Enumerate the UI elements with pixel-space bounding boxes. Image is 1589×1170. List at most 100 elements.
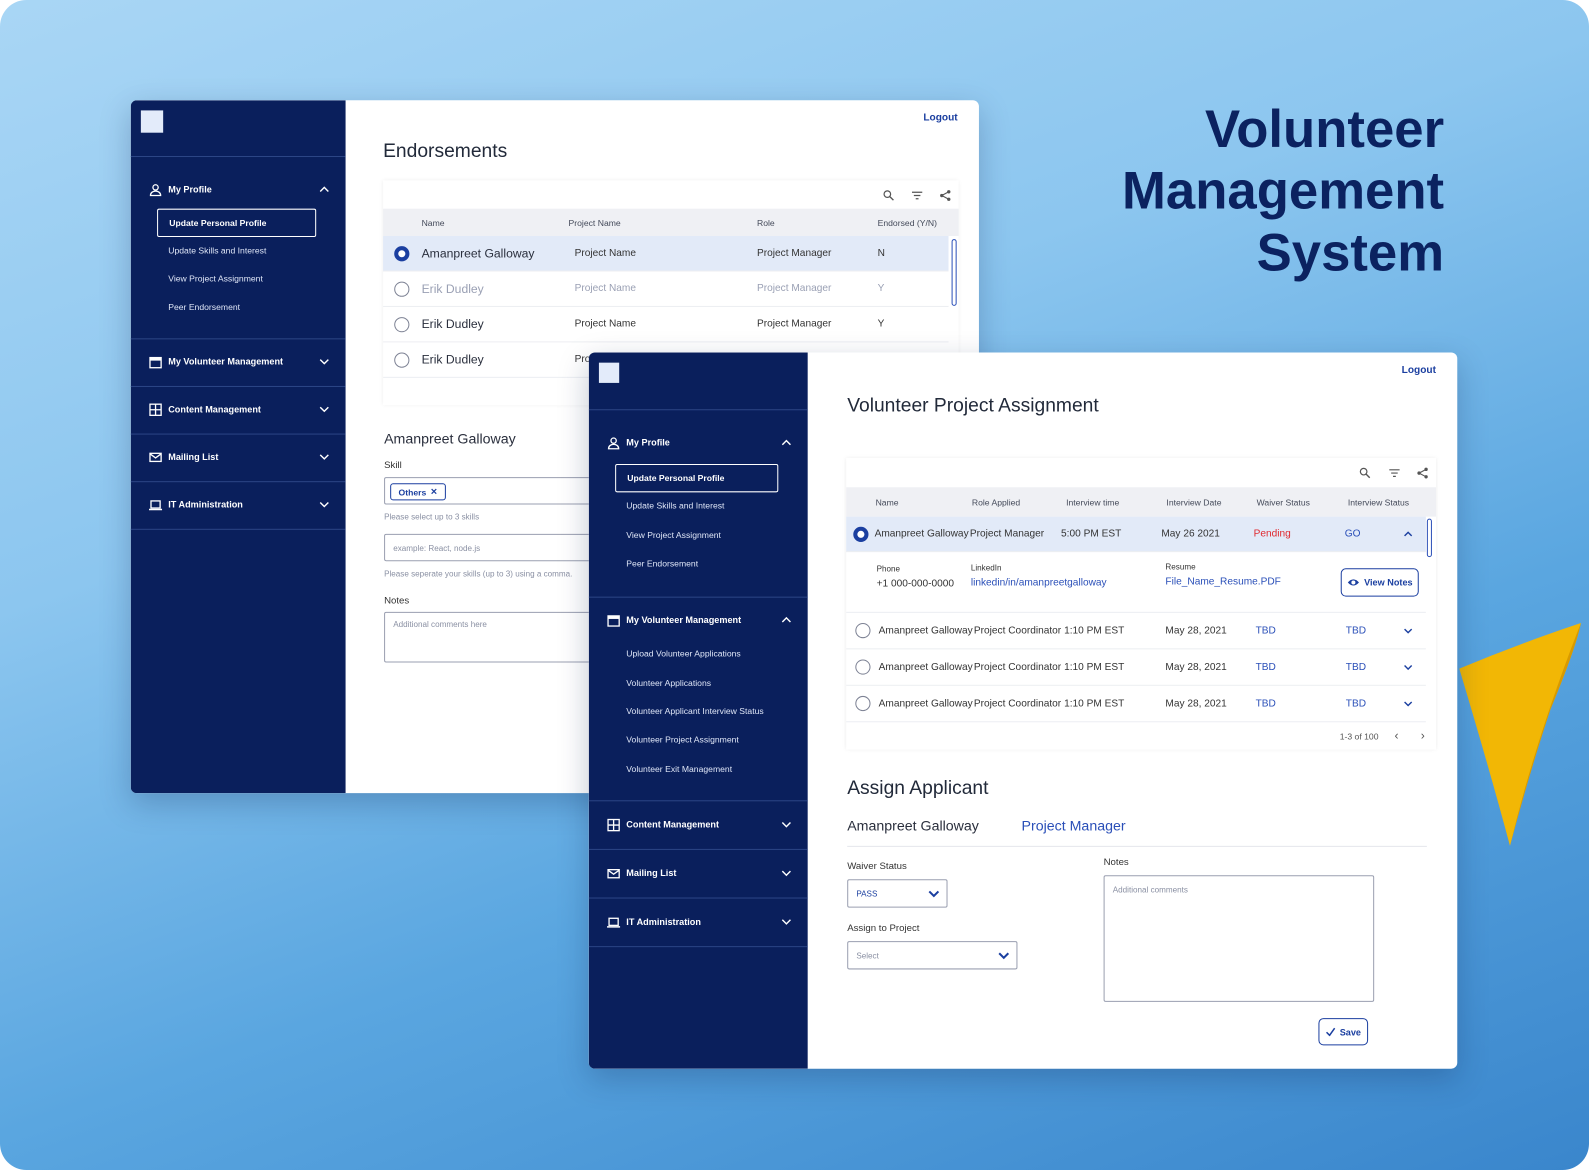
sidebar-item[interactable]: Update Skills and Interest (168, 245, 266, 255)
cell-waiver[interactable]: TBD (1256, 661, 1276, 672)
filter-button[interactable] (911, 188, 923, 200)
cell-role: Project Manager (757, 318, 832, 330)
table-row[interactable]: Amanpreet Galloway Project Coordinator 1:1… (846, 613, 1426, 650)
logout-link[interactable]: Logout (1402, 365, 1436, 376)
cell-date: May 28, 2021 (1165, 697, 1227, 710)
sidebar-section-my-volunteer-management[interactable]: My Volunteer Management (589, 610, 808, 630)
sidebar-item[interactable]: Volunteer Applications (626, 678, 711, 688)
search-button[interactable] (883, 188, 895, 201)
filter-button[interactable] (1388, 466, 1400, 478)
grid-icon (607, 818, 620, 831)
sidebar-item[interactable]: Upload Volunteer Applications (626, 648, 740, 658)
column-header[interactable]: Name (422, 217, 445, 227)
decorative-yellow-shape (1459, 622, 1581, 846)
hero-title-line: Management (1121, 162, 1445, 221)
table-row[interactable]: Amanpreet Galloway Project Manager 5:00 PM… (846, 516, 1426, 553)
applicant-role: Project Manager (1021, 817, 1126, 834)
table-row[interactable]: Amanpreet Galloway Project Coordinator 1:1… (846, 686, 1426, 723)
sidebar-item[interactable]: Peer Endorsement (626, 558, 698, 568)
sidebar-item[interactable]: Volunteer Project Assignment (626, 734, 739, 744)
chevron-up-icon (781, 616, 791, 623)
row-radio[interactable] (394, 281, 410, 297)
linkedin-label[interactable]: LinkedIn (971, 563, 1002, 572)
column-header[interactable]: Role (757, 217, 775, 227)
row-radio[interactable] (394, 245, 410, 261)
search-icon (883, 190, 894, 201)
sidebar-item[interactable]: Peer Endorsement (168, 302, 240, 312)
logout-link[interactable]: Logout (923, 112, 957, 123)
row-radio[interactable] (855, 695, 871, 712)
view-notes-button[interactable]: View Notes (1340, 568, 1419, 597)
table-row[interactable]: Amanpreet Galloway Project Name Project Ma… (383, 236, 949, 272)
sidebar-item[interactable]: Volunteer Applicant Interview Status (626, 706, 763, 716)
scrollbar[interactable] (951, 239, 957, 306)
notes-textarea[interactable]: Additional comments (1103, 875, 1375, 1002)
divider (130, 433, 346, 435)
cell-project: Project Name (574, 247, 636, 259)
skill-chip[interactable]: Others ✕ (390, 483, 446, 501)
table-row[interactable]: Erik Dudley Project Name Project Manager Y (383, 271, 949, 307)
divider (588, 848, 808, 850)
sidebar-section-mailing-list[interactable]: Mailing List (589, 863, 808, 883)
cell-waiver[interactable]: Pending (1254, 528, 1291, 539)
row-radio[interactable] (855, 622, 871, 639)
sidebar-item[interactable]: Volunteer Exit Management (626, 764, 732, 774)
row-radio[interactable] (855, 659, 871, 675)
row-radio[interactable] (394, 316, 410, 332)
save-button[interactable]: Save (1318, 1018, 1369, 1046)
search-button[interactable] (1359, 466, 1371, 479)
project-select[interactable]: Select (847, 941, 1018, 970)
column-header[interactable]: Project Name (569, 217, 621, 227)
sidebar-item[interactable]: View Project Assignment (626, 530, 721, 540)
sidebar-section-it-administration[interactable]: IT Administration (589, 912, 808, 932)
cell-status[interactable]: TBD (1346, 625, 1366, 636)
sidebar-section-label: Mailing List (626, 868, 677, 879)
sidebar-item[interactable]: Update Skills and Interest (626, 500, 724, 510)
sidebar-section-content-management[interactable]: Content Management (589, 814, 808, 834)
cell-role: Project Manager (757, 283, 832, 295)
cell-waiver[interactable]: TBD (1256, 625, 1276, 636)
skill-label: Skill (384, 459, 402, 472)
laptop-icon (148, 499, 163, 510)
sidebar-section-it-administration[interactable]: IT Administration (131, 494, 346, 514)
column-header[interactable]: Interview Date (1166, 497, 1221, 507)
row-radio[interactable] (394, 352, 410, 368)
chevron-down-icon (781, 870, 791, 877)
cell-role: Project Manager (757, 247, 832, 259)
cell-status[interactable]: TBD (1346, 661, 1366, 672)
next-page-button[interactable]: › (1421, 728, 1425, 742)
sidebar-section-my-volunteer-management[interactable]: My Volunteer Management (131, 352, 346, 372)
share-button[interactable] (939, 188, 951, 201)
chevron-down-icon (319, 501, 329, 508)
column-header[interactable]: Interview Status (1348, 497, 1409, 507)
share-button[interactable] (1417, 466, 1429, 479)
laptop-icon (607, 917, 621, 928)
table-row[interactable]: Amanpreet Galloway Project Coordinator 1:1… (846, 649, 1426, 686)
resume-link[interactable]: File_Name_Resume.PDF (1165, 576, 1280, 587)
column-header[interactable]: Role Applied (972, 497, 1020, 507)
cell-waiver[interactable]: TBD (1256, 698, 1276, 709)
sidebar-section-my-profile[interactable]: My Profile (589, 433, 808, 453)
sidebar-section-content-management[interactable]: Content Management (131, 399, 346, 419)
column-header[interactable]: Interview time (1066, 497, 1119, 507)
column-header[interactable]: Name (876, 497, 899, 507)
cell-status[interactable]: GO (1345, 528, 1361, 539)
sidebar-section-mailing-list[interactable]: Mailing List (131, 447, 346, 467)
table-row[interactable]: Erik Dudley Project Name Project Manager Y (383, 307, 949, 343)
prev-page-button[interactable]: ‹ (1394, 728, 1398, 742)
column-header[interactable]: Waiver Status (1257, 497, 1310, 507)
app-logo[interactable] (598, 362, 620, 383)
scrollbar[interactable] (1426, 518, 1432, 558)
sidebar-section-label: IT Administration (168, 499, 243, 510)
waiver-select[interactable]: PASS (847, 879, 948, 908)
remove-icon[interactable]: ✕ (430, 486, 437, 497)
cell-status[interactable]: TBD (1346, 698, 1366, 709)
row-radio[interactable] (853, 526, 869, 542)
sidebar-item[interactable]: View Project Assignment (168, 274, 263, 284)
column-header[interactable]: Endorsed (Y/N) (878, 217, 937, 227)
app-logo[interactable] (140, 110, 164, 133)
linkedin-link[interactable]: linkedin/in/amanpreetgalloway (971, 577, 1107, 588)
sidebar-item-active[interactable]: Update Personal Profile (615, 463, 779, 493)
sidebar-item-active[interactable]: Update Personal Profile (157, 208, 317, 238)
sidebar-section-my-profile[interactable]: My Profile (131, 179, 346, 199)
